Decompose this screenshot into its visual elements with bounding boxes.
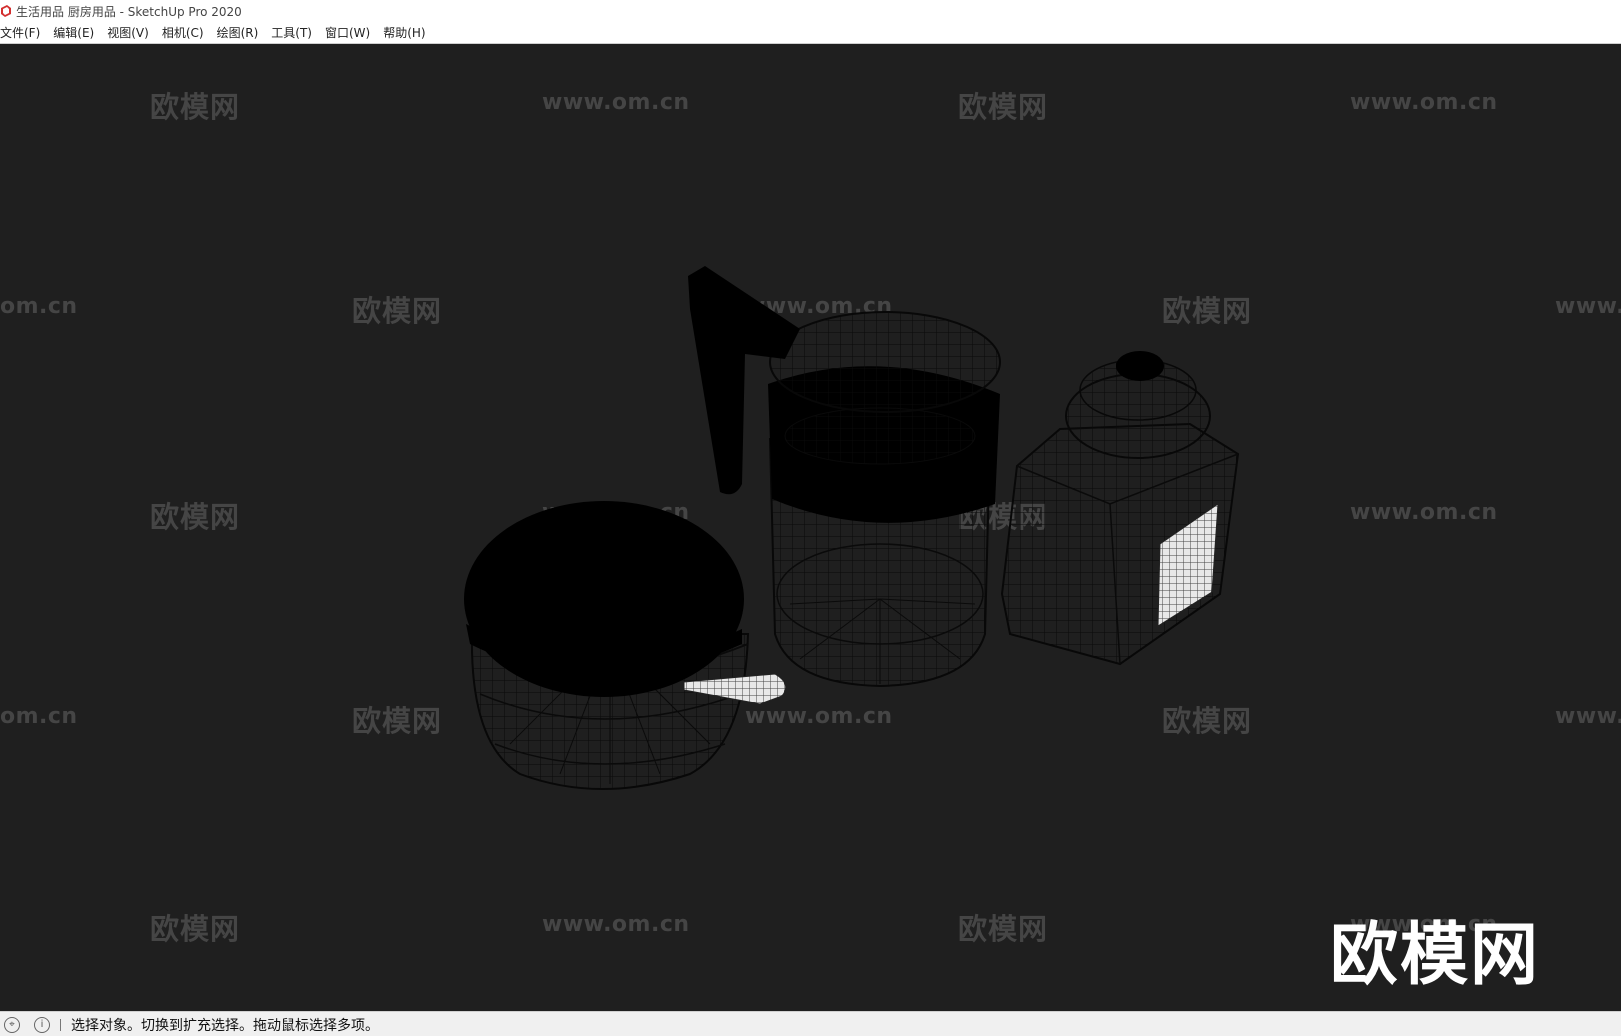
status-bar: ⌖ i 选择对象。切换到扩充选择。拖动鼠标选择多项。 xyxy=(0,1011,1621,1036)
menu-edit[interactable]: 编辑(E) xyxy=(53,24,101,41)
info-icon[interactable]: i xyxy=(34,1016,50,1033)
pot-model[interactable] xyxy=(464,501,787,790)
sketchup-window: 生活用品 厨房用品 - SketchUp Pro 2020 文件(F) 编辑(E… xyxy=(0,0,1621,1036)
menu-camera[interactable]: 相机(C) xyxy=(162,24,211,41)
menu-bar: 文件(F) 编辑(E) 视图(V) 相机(C) 绘图(R) 工具(T) 窗口(W… xyxy=(0,22,1621,44)
status-message: 选择对象。切换到扩充选择。拖动鼠标选择多项。 xyxy=(71,1017,379,1034)
menu-file[interactable]: 文件(F) xyxy=(0,24,47,41)
brand-logo: 欧模网 xyxy=(1330,916,1541,995)
model-viewport[interactable]: 欧模网 www.om.cn 欧模网 www.om.cn om.cn 欧模网 ww… xyxy=(0,44,1621,1011)
menu-draw[interactable]: 绘图(R) xyxy=(217,24,266,41)
menu-view[interactable]: 视图(V) xyxy=(107,24,156,41)
menu-help[interactable]: 帮助(H) xyxy=(383,24,432,41)
location-icon[interactable]: ⌖ xyxy=(4,1016,20,1033)
menu-window[interactable]: 窗口(W) xyxy=(325,24,377,41)
jar-model[interactable] xyxy=(1000,351,1240,666)
window-title: 生活用品 厨房用品 - SketchUp Pro 2020 xyxy=(16,4,242,19)
status-divider xyxy=(60,1018,61,1031)
title-bar: 生活用品 厨房用品 - SketchUp Pro 2020 xyxy=(0,0,1621,22)
model-canvas xyxy=(464,266,1240,790)
menu-tools[interactable]: 工具(T) xyxy=(271,24,319,41)
sketchup-app-icon xyxy=(1,5,11,17)
